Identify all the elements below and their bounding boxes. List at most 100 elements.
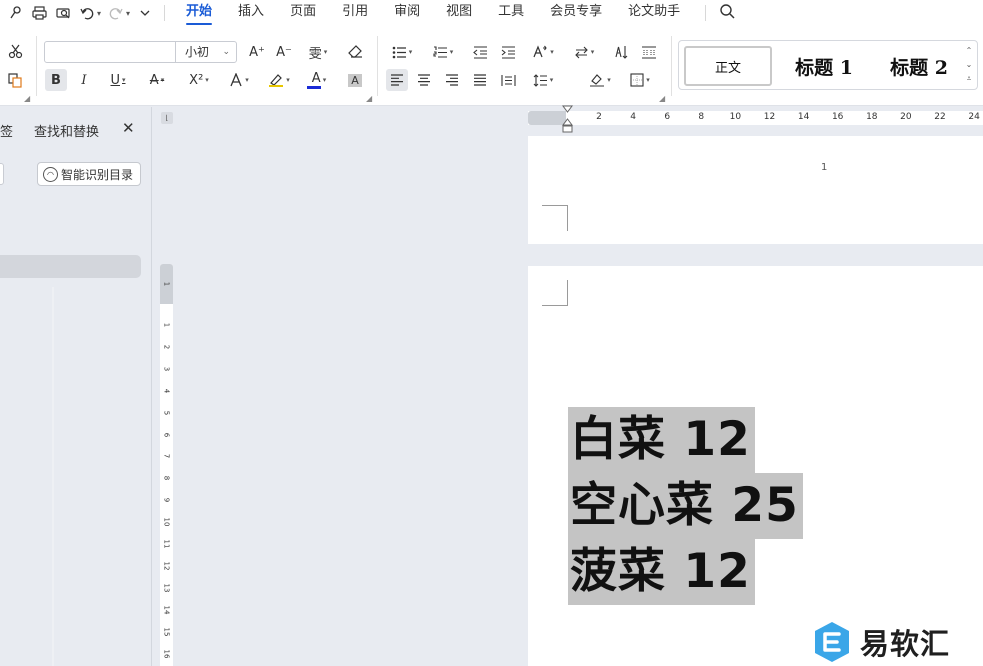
highlighter-icon [269, 74, 284, 87]
sort-icon[interactable] [610, 41, 632, 63]
ruler-tick-label: 14 [162, 605, 171, 615]
paragraph-expand-icon[interactable]: ◢ [659, 94, 665, 103]
menu-bar: ▾ ▾ 开始 插入 页面 引用 审阅 视图 工具 会员专享 论文助手 [0, 0, 983, 26]
tab-find-replace[interactable]: 查找和替换 [34, 121, 99, 140]
selected-text: 菠菜 12 [568, 539, 755, 605]
ruler-tick-label: 20 [900, 112, 912, 122]
bullet-list-icon[interactable]: ▾ [387, 41, 417, 63]
smart-toc-label: 智能识别目录 [61, 167, 134, 182]
align-right-icon[interactable] [441, 69, 463, 91]
cut-icon[interactable] [4, 40, 26, 62]
print-icon[interactable] [30, 4, 48, 22]
brand-logo-icon [815, 622, 849, 662]
more-icon[interactable] [136, 4, 154, 22]
tab-1[interactable]: 插入 [238, 0, 264, 26]
tab-4[interactable]: 审阅 [394, 0, 420, 26]
text-direction-icon[interactable]: ▾ [528, 41, 558, 63]
tab-6[interactable]: 工具 [498, 0, 524, 26]
bold-label: B [51, 72, 61, 88]
text-effect-button[interactable]: ▾ [224, 69, 254, 91]
close-icon[interactable]: ✕ [122, 119, 135, 137]
quick-access-toolbar: ▾ ▾ [0, 0, 154, 26]
font-size-select[interactable]: 小初 ⌄ [175, 41, 237, 63]
decrease-indent-icon[interactable] [469, 41, 491, 63]
search-icon[interactable] [720, 4, 735, 22]
shrink-font-button[interactable]: A⁻ [273, 41, 295, 63]
style-normal[interactable]: 正文 [684, 46, 772, 86]
expand-gallery-icon[interactable]: ⩡ [963, 72, 975, 86]
underline-button[interactable]: U ▾ [103, 69, 133, 91]
styles-scroll[interactable]: ⌃ ⌄ ⩡ [963, 44, 975, 86]
align-left-icon[interactable] [386, 69, 408, 91]
ruler-tick-label: 11 [162, 539, 171, 549]
style-heading-1[interactable]: 标题 1 [779, 46, 869, 86]
ruler-tick-label: 10 [162, 517, 171, 527]
chevron-up-icon[interactable]: ⌃ [963, 44, 975, 58]
ruler-tick-label: 1 [162, 322, 171, 328]
tab-8[interactable]: 论文助手 [628, 0, 680, 26]
font-name-input[interactable] [44, 41, 176, 63]
ruler-tick-label: 16 [831, 112, 844, 122]
document-line[interactable]: 空心菜 25 [568, 473, 803, 539]
line-spacing-icon[interactable]: ▾ [528, 69, 558, 91]
bold-button[interactable]: B [45, 69, 67, 91]
undo-dropdown-icon[interactable]: ▾ [97, 9, 101, 18]
smart-toc-button[interactable]: ◠ 智能识别目录 [37, 162, 141, 186]
font-color-button[interactable]: A ▾ [304, 69, 334, 91]
toc-item[interactable] [0, 255, 141, 278]
grow-font-button[interactable]: A⁺ [246, 41, 268, 63]
menu-separator [164, 5, 166, 21]
border-icon[interactable]: ▾ [625, 69, 655, 91]
char-shading-button[interactable]: A [344, 69, 366, 91]
watermark-text: 易软汇 [860, 627, 951, 661]
tab-7[interactable]: 会员专享 [550, 0, 602, 26]
phonetic-guide-button[interactable]: 雯 ▾ [303, 41, 333, 63]
clear-format-icon[interactable] [344, 41, 366, 63]
justify-icon[interactable] [469, 69, 491, 91]
ruler-tick-label: 4 [162, 388, 171, 393]
ruler-tick-label: 12 [162, 561, 171, 571]
vertical-ruler[interactable]: 1 1 2 3 4 5 6 7 8 9 10 11 12 13 14 15 16 [160, 264, 173, 666]
italic-label: I [81, 72, 87, 88]
tab-5[interactable]: 视图 [446, 0, 472, 26]
nav-search-input[interactable] [0, 163, 4, 185]
show-marks-icon[interactable] [638, 41, 660, 63]
rtl-direction-icon[interactable]: ▾ [569, 41, 599, 63]
document-line[interactable]: 白菜 12 [568, 407, 803, 473]
font-expand-icon[interactable]: ◢ [366, 94, 372, 103]
undo-icon[interactable] [78, 4, 96, 22]
copy-icon[interactable] [4, 69, 26, 91]
horizontal-ruler[interactable]: 2 4 6 8 10 12 14 16 18 20 22 24 [528, 111, 983, 125]
style-heading-2[interactable]: 标题 2 [874, 46, 964, 86]
text-effect-icon [230, 73, 242, 87]
ruler-tick-label: 5 [162, 410, 171, 415]
shrink-font-label: A⁻ [276, 44, 292, 60]
page-1[interactable]: 1 [528, 136, 983, 244]
format-painter-icon[interactable] [6, 4, 24, 22]
tab-3[interactable]: 引用 [342, 0, 368, 26]
tab-bookmark[interactable]: 签 [0, 121, 13, 140]
document-body[interactable]: 白菜 12 空心菜 25 菠菜 12 [568, 407, 803, 605]
tab-2[interactable]: 页面 [290, 0, 316, 26]
document-line[interactable]: 菠菜 12 [568, 539, 803, 605]
clipboard-expand-icon[interactable]: ◢ [24, 94, 30, 103]
align-center-icon[interactable] [413, 69, 435, 91]
redo-dropdown-icon[interactable]: ▾ [126, 9, 130, 18]
numbered-list-icon[interactable]: ▾ [428, 41, 458, 63]
phonetic-label: 雯 [308, 46, 322, 62]
tab-stop-selector[interactable]: ⌊ [161, 112, 173, 124]
highlight-button[interactable]: ▾ [264, 69, 294, 91]
print-preview-icon[interactable] [54, 4, 72, 22]
ruler-tick-label: 8 [698, 112, 705, 122]
chevron-down-icon[interactable]: ⌄ [963, 58, 975, 72]
increase-indent-icon[interactable] [497, 41, 519, 63]
strikethrough-button[interactable]: A ▾ [142, 69, 172, 91]
chevron-down-icon: ⌄ [222, 47, 230, 57]
tab-0[interactable]: 开始 [186, 0, 213, 26]
indent-marker-icon[interactable] [562, 104, 573, 134]
superscript-button[interactable]: X² ▾ [184, 69, 214, 91]
redo-icon[interactable] [107, 4, 125, 22]
paragraph-shading-icon[interactable]: ▾ [585, 69, 615, 91]
italic-button[interactable]: I [73, 69, 95, 91]
distributed-align-icon[interactable] [497, 69, 519, 91]
